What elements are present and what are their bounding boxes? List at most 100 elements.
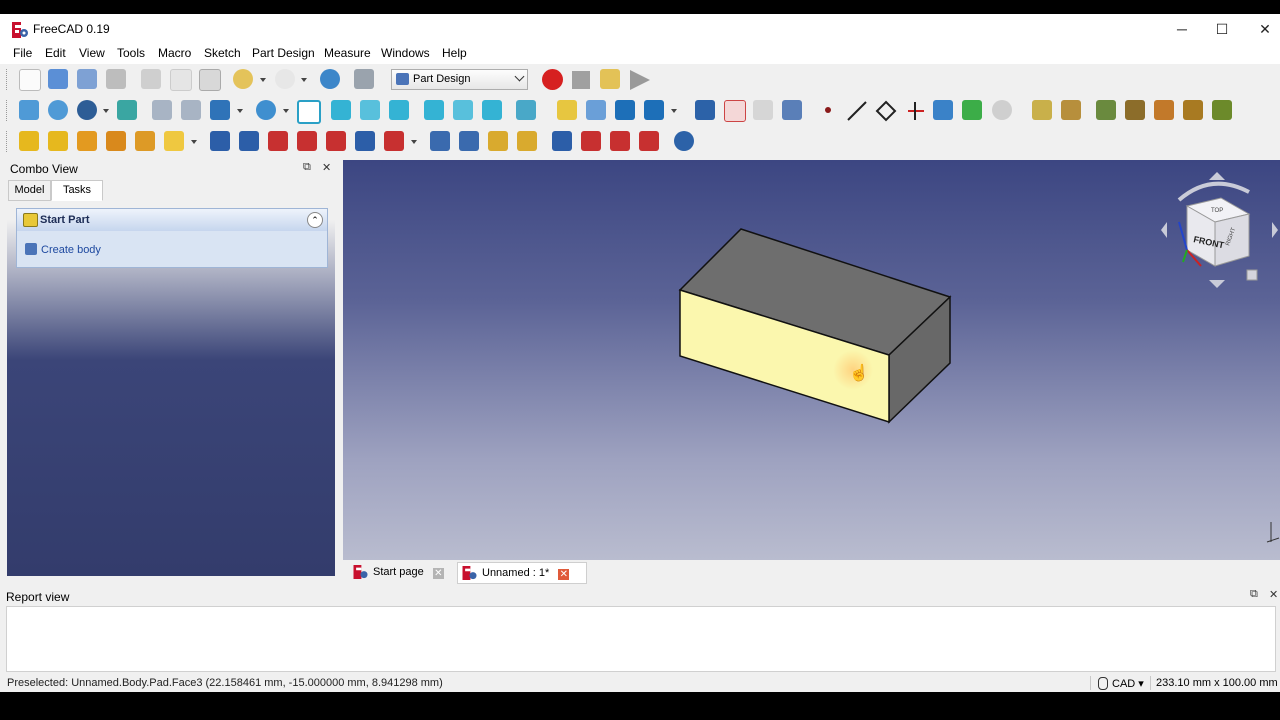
stop-macro-icon[interactable] (572, 71, 590, 89)
run-macro-icon[interactable] (630, 70, 650, 90)
undo-dropdown-icon[interactable] (260, 78, 266, 82)
subtractive-primitive-dropdown-icon[interactable] (411, 140, 417, 144)
record-macro-icon[interactable] (542, 69, 563, 90)
create-body-link[interactable]: Create body (25, 243, 101, 256)
zoom-icon[interactable] (256, 100, 276, 120)
tab-tasks[interactable]: Tasks (51, 180, 103, 201)
measure-angular-icon[interactable] (1061, 100, 1081, 120)
additive-primitive-icon[interactable] (164, 131, 184, 151)
pad-icon[interactable] (19, 131, 39, 151)
tab-model[interactable]: Model (8, 180, 51, 201)
fit-all-icon[interactable] (19, 100, 39, 120)
menu-edit[interactable]: Edit (45, 46, 66, 60)
close-tab-start-page-button[interactable]: ✕ (432, 568, 444, 579)
hole-icon[interactable] (239, 131, 259, 151)
pocket-icon[interactable] (210, 131, 230, 151)
workbench-selector[interactable]: Part Design (391, 69, 528, 90)
menu-macro[interactable]: Macro (158, 46, 191, 60)
create-body-icon[interactable] (695, 100, 715, 120)
subshape-binder-icon[interactable] (962, 100, 982, 120)
close-window-button[interactable]: ✕ (1245, 18, 1280, 40)
paste-icon[interactable] (199, 69, 221, 91)
right-view-icon[interactable] (389, 100, 409, 120)
combo-view-float-button[interactable]: ⧉ (303, 161, 311, 174)
report-view-close-button[interactable]: ✕ (1269, 588, 1278, 601)
forward-icon[interactable] (181, 100, 201, 120)
check-geometry-icon[interactable] (782, 100, 802, 120)
validate-sketch-icon[interactable] (753, 100, 773, 120)
3d-viewport[interactable]: ☝ FRONT TOP RIGHT (343, 160, 1280, 560)
menu-sketch[interactable]: Sketch (204, 46, 241, 60)
combo-view-close-button[interactable]: ✕ (322, 161, 331, 174)
link-icon[interactable] (615, 100, 635, 120)
top-view-icon[interactable] (360, 100, 380, 120)
datum-point-icon[interactable] (825, 107, 831, 113)
bottom-view-icon[interactable] (453, 100, 473, 120)
toolbar-grip[interactable] (6, 131, 10, 152)
menu-help[interactable]: Help (442, 46, 467, 60)
rotate-arrow-icon[interactable] (1177, 181, 1250, 202)
draft-icon[interactable] (610, 131, 630, 151)
back-icon[interactable] (152, 100, 172, 120)
toolbar-grip[interactable] (6, 100, 10, 121)
draw-style-dropdown-icon[interactable] (103, 109, 109, 113)
mirrored-icon[interactable] (430, 131, 450, 151)
linear-pattern-icon[interactable] (459, 131, 479, 151)
save-icon[interactable] (77, 69, 97, 89)
bounding-box-icon[interactable] (117, 100, 137, 120)
tab-unnamed-document[interactable]: Unnamed : 1* ✕ (457, 562, 587, 584)
redo-icon[interactable] (275, 69, 295, 89)
measure-icon[interactable] (516, 100, 536, 120)
copy-icon[interactable] (170, 69, 192, 91)
additive-helix-icon[interactable] (135, 131, 155, 151)
measure-refresh-icon[interactable] (1096, 100, 1116, 120)
new-icon[interactable] (19, 69, 41, 91)
tab-start-page[interactable]: Start page ✕ (349, 562, 463, 582)
open-icon[interactable] (48, 69, 68, 89)
thickness-icon[interactable] (639, 131, 659, 151)
refresh-icon[interactable] (320, 69, 340, 89)
subtractive-loft-icon[interactable] (297, 131, 317, 151)
navigation-cube[interactable]: FRONT TOP RIGHT (1151, 162, 1280, 292)
rear-view-icon[interactable] (424, 100, 444, 120)
group-icon[interactable] (586, 100, 606, 120)
report-view-output[interactable] (6, 606, 1276, 672)
front-view-icon[interactable] (331, 100, 351, 120)
datum-plane-icon[interactable] (875, 100, 897, 122)
datum-line-icon[interactable] (846, 100, 868, 122)
measure-linear-icon[interactable] (1032, 100, 1052, 120)
subtractive-primitive-icon[interactable] (384, 131, 404, 151)
menu-view[interactable]: View (79, 46, 105, 60)
measure-toggle-delta-icon[interactable] (1212, 100, 1232, 120)
boolean-icon[interactable] (674, 131, 694, 151)
nav-left-arrow-icon[interactable] (1161, 222, 1167, 238)
close-tab-unnamed-button[interactable]: ✕ (558, 569, 570, 580)
measure-toggle-3d-icon[interactable] (1183, 100, 1203, 120)
measure-clear-icon[interactable] (1125, 100, 1145, 120)
menu-file[interactable]: File (13, 46, 32, 60)
additive-loft-icon[interactable] (77, 131, 97, 151)
zoom-dropdown-icon[interactable] (283, 109, 289, 113)
local-cs-icon[interactable] (904, 100, 926, 122)
subtractive-helix-icon[interactable] (355, 131, 375, 151)
report-view-float-button[interactable]: ⧉ (1250, 588, 1258, 601)
navigation-style-selector[interactable]: CAD ▾ (1112, 677, 1144, 690)
left-view-icon[interactable] (482, 100, 502, 120)
minimize-button[interactable]: ─ (1162, 18, 1202, 40)
cut-icon[interactable] (141, 69, 161, 89)
measure-toggle-all-icon[interactable] (1154, 100, 1174, 120)
nav-down-arrow-icon[interactable] (1209, 280, 1225, 288)
sync-view-dropdown-icon[interactable] (237, 109, 243, 113)
part-icon[interactable] (557, 100, 577, 120)
draw-style-icon[interactable] (77, 100, 97, 120)
whats-this-icon[interactable] (354, 69, 374, 89)
toolbar-grip[interactable] (6, 69, 10, 90)
clone-icon[interactable] (992, 100, 1012, 120)
print-icon[interactable] (106, 69, 126, 89)
navcube-menu-icon[interactable] (1246, 269, 1258, 281)
subtractive-pipe-icon[interactable] (326, 131, 346, 151)
redo-dropdown-icon[interactable] (301, 78, 307, 82)
menu-windows[interactable]: Windows (381, 46, 430, 60)
menu-measure[interactable]: Measure (324, 46, 371, 60)
create-sketch-icon[interactable] (724, 100, 746, 122)
